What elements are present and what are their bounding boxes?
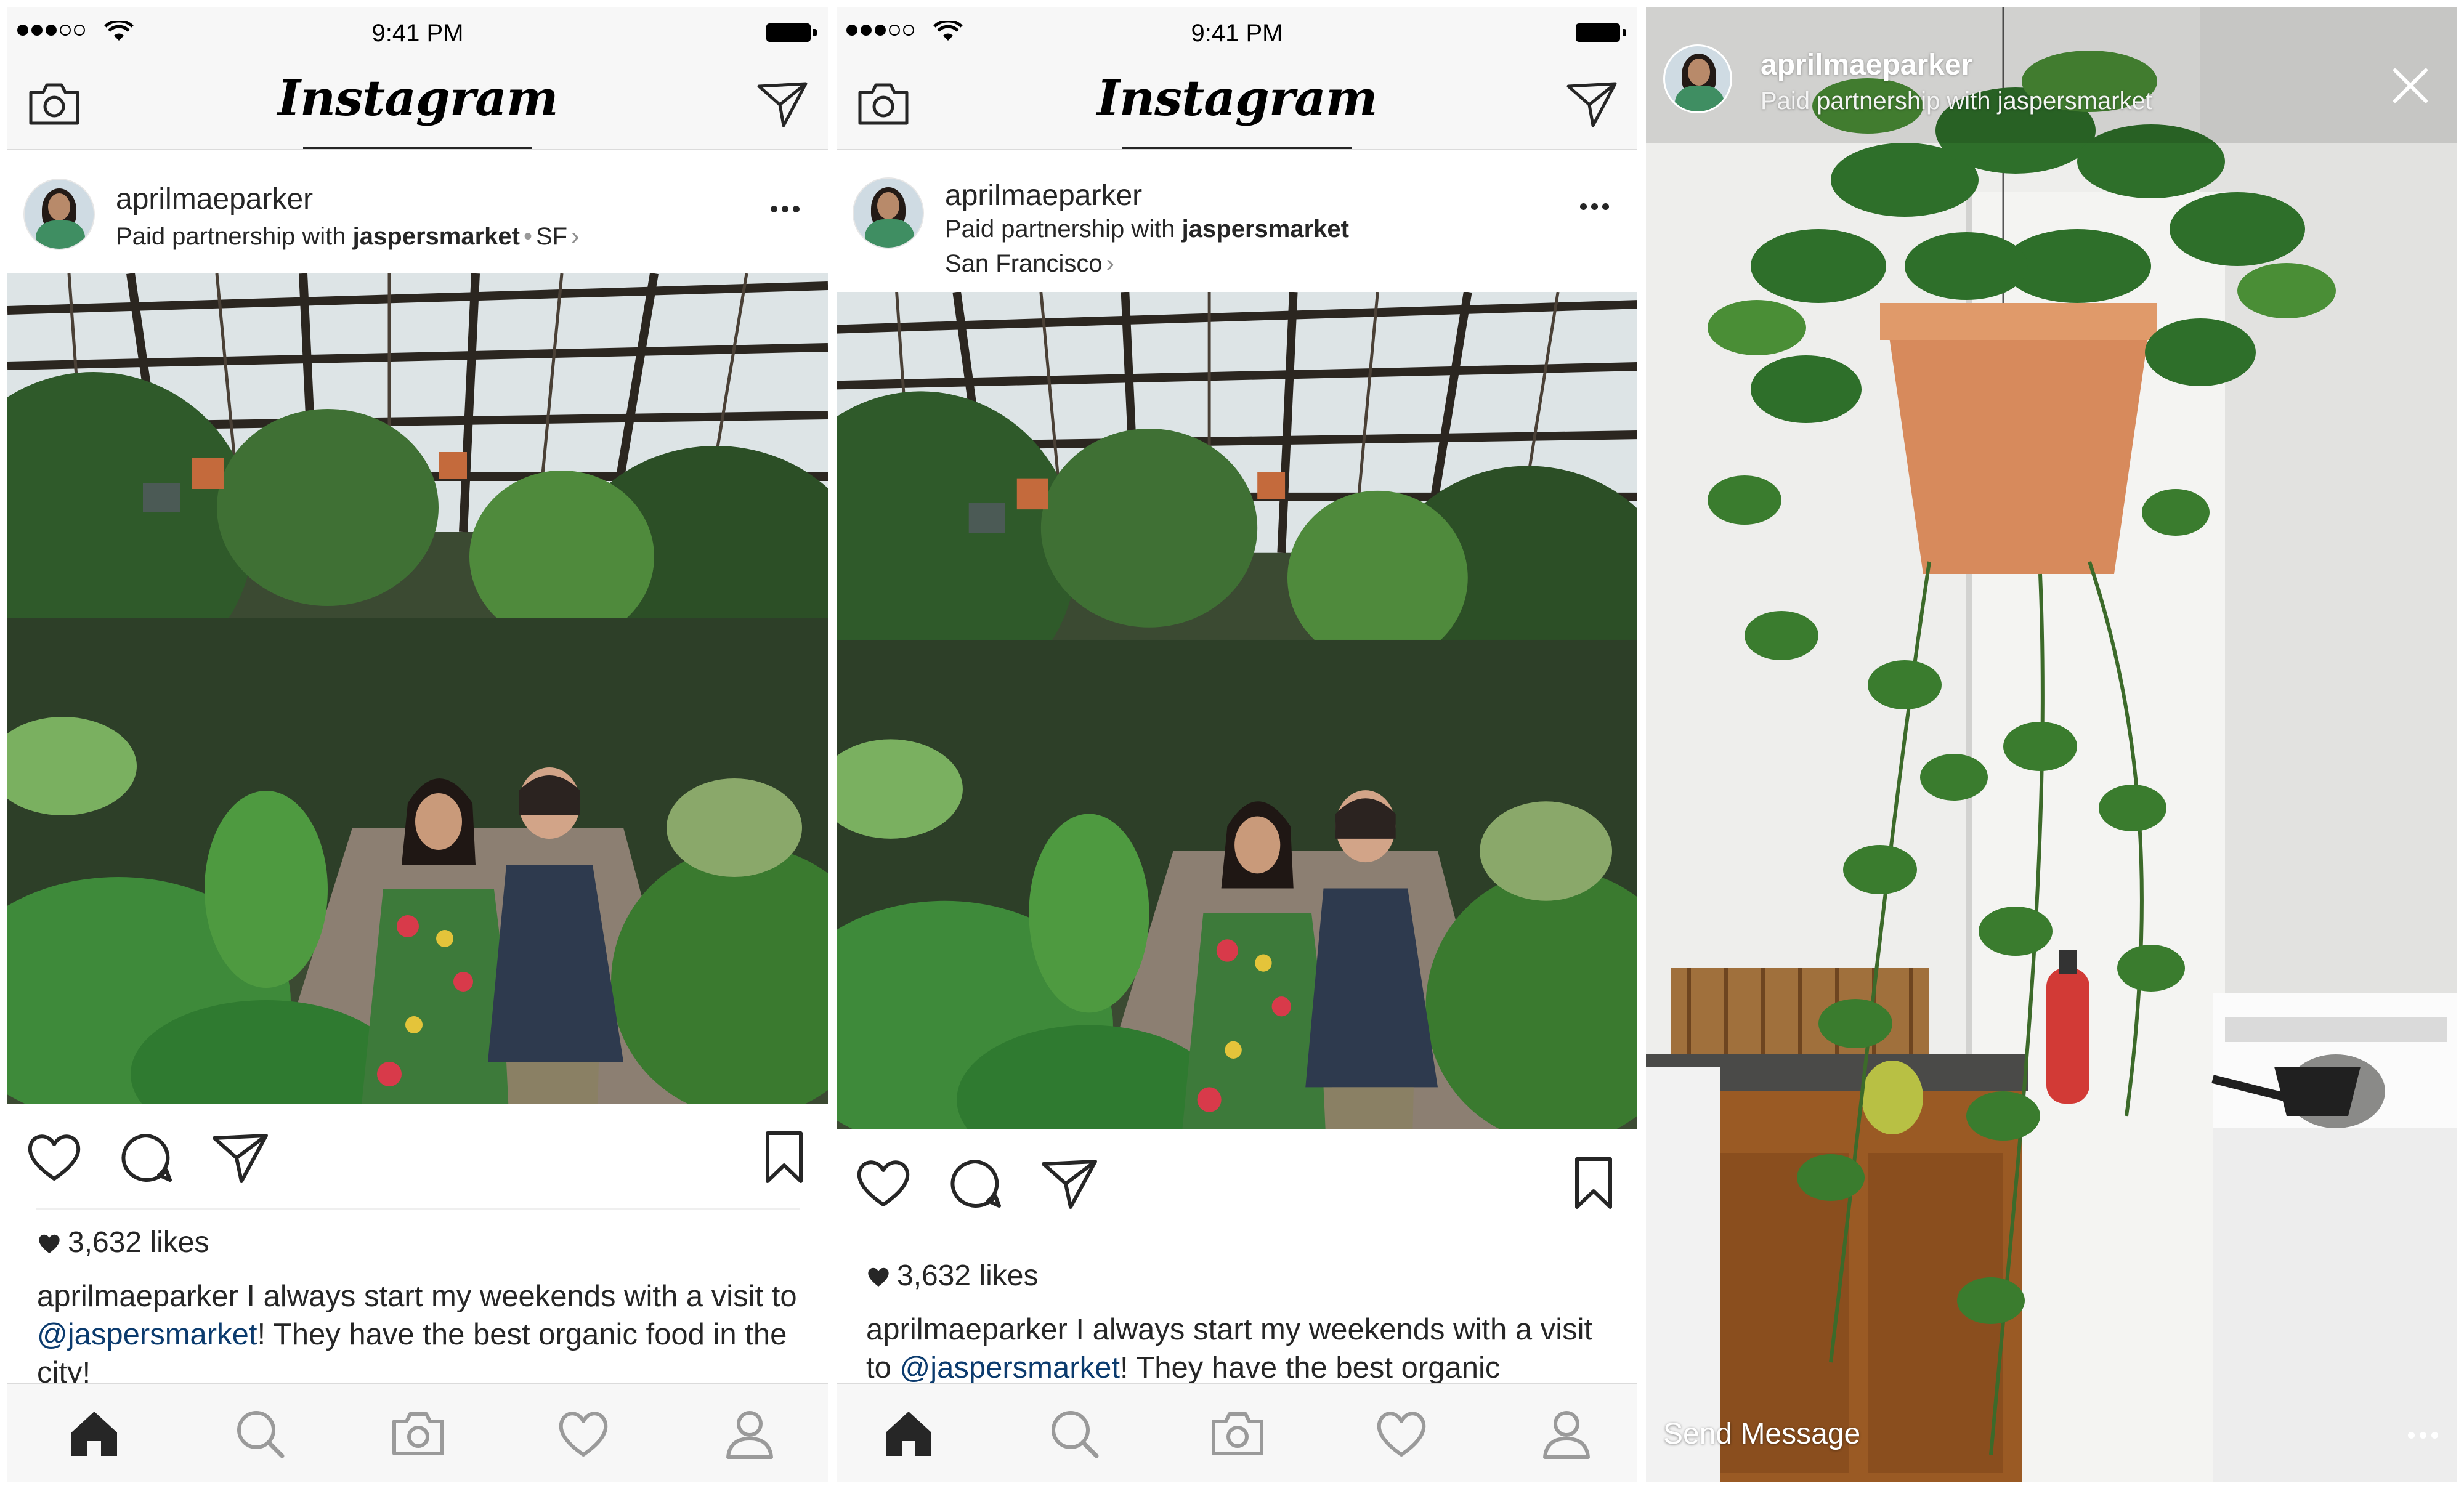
avatar[interactable] bbox=[1663, 44, 1732, 113]
post-header: aprilmaeparker Paid partnership with jas… bbox=[7, 150, 828, 273]
caption-text-end: ! They have the best organic bbox=[1119, 1351, 1501, 1384]
feed-screen-1: 9:41 PM Instagram aprilmaeparker Paid pa… bbox=[7, 7, 828, 1482]
likes-count[interactable]: 3,632 likes bbox=[866, 1259, 1038, 1293]
chevron-right-icon: › bbox=[1106, 250, 1114, 277]
partner-name[interactable]: jaspersmarket bbox=[353, 223, 520, 250]
logo-underline bbox=[1122, 147, 1352, 149]
heart-icon bbox=[39, 1234, 60, 1253]
battery-icon bbox=[766, 23, 817, 42]
post-caption: aprilmaeparker I always start my weekend… bbox=[866, 1311, 1613, 1387]
paper-plane-icon[interactable] bbox=[756, 80, 808, 128]
post-caption: aprilmaeparker I always start my weekend… bbox=[37, 1277, 803, 1392]
camera-icon[interactable] bbox=[1210, 1405, 1265, 1461]
camera-icon[interactable] bbox=[391, 1405, 446, 1461]
caption-username[interactable]: aprilmaeparker bbox=[37, 1280, 238, 1313]
status-bar: 9:41 PM bbox=[7, 7, 828, 55]
caption-mention[interactable]: @jaspersmarket bbox=[37, 1318, 257, 1351]
bottom-tab-bar bbox=[7, 1383, 828, 1482]
likes-count[interactable]: 3,632 likes bbox=[37, 1226, 209, 1259]
paid-partnership-label[interactable]: Paid partnership with jaspersmarket bbox=[1761, 87, 2152, 115]
avatar[interactable] bbox=[853, 177, 924, 249]
post-username[interactable]: aprilmaeparker bbox=[116, 182, 313, 216]
close-icon[interactable] bbox=[2391, 67, 2430, 105]
search-icon[interactable] bbox=[1046, 1405, 1101, 1461]
avatar[interactable] bbox=[23, 179, 95, 250]
bookmark-icon[interactable] bbox=[763, 1129, 806, 1185]
post-location[interactable]: San Francisco › bbox=[945, 250, 1114, 278]
heart-outline-icon[interactable] bbox=[25, 1129, 84, 1185]
instagram-logo[interactable]: Instagram bbox=[7, 69, 828, 127]
story-username[interactable]: aprilmaeparker bbox=[1761, 48, 1972, 82]
logo-underline bbox=[303, 147, 532, 149]
comment-bubble-icon[interactable] bbox=[117, 1129, 176, 1185]
paid-partnership-label[interactable]: Paid partnership with jaspersmarket bbox=[945, 216, 1349, 243]
paper-plane-icon[interactable] bbox=[211, 1129, 270, 1185]
top-nav: Instagram bbox=[837, 55, 1637, 150]
home-icon[interactable] bbox=[881, 1405, 936, 1461]
story-photo[interactable] bbox=[1646, 7, 2457, 1482]
send-message-input[interactable]: Send Message bbox=[1663, 1417, 1860, 1451]
feed-screen-2: 9:41 PM Instagram aprilmaeparker Paid pa… bbox=[837, 7, 1637, 1482]
comment-bubble-icon[interactable] bbox=[946, 1155, 1005, 1211]
heart-icon[interactable] bbox=[556, 1405, 611, 1461]
likes-text: 3,632 likes bbox=[68, 1226, 209, 1259]
chevron-right-icon: › bbox=[571, 223, 580, 250]
caption-text: I always start my weekends with a visit … bbox=[238, 1280, 797, 1313]
post-photo[interactable] bbox=[7, 273, 828, 1104]
post-photo[interactable] bbox=[837, 292, 1637, 1129]
partner-name[interactable]: jaspersmarket bbox=[1182, 216, 1349, 243]
caption-mention[interactable]: @jaspersmarket bbox=[899, 1351, 1119, 1384]
likes-text: 3,632 likes bbox=[897, 1259, 1039, 1292]
profile-icon[interactable] bbox=[1539, 1405, 1594, 1461]
status-bar: 9:41 PM bbox=[837, 7, 1637, 55]
partner-prefix: Paid partnership with bbox=[945, 216, 1175, 243]
home-icon[interactable] bbox=[67, 1405, 122, 1461]
ellipsis-icon[interactable] bbox=[2408, 1432, 2438, 1439]
ellipsis-icon[interactable] bbox=[1580, 203, 1609, 210]
partner-prefix: Paid partnership with bbox=[1761, 87, 1991, 115]
post-actions bbox=[7, 1104, 828, 1208]
ellipsis-icon[interactable] bbox=[771, 206, 800, 212]
post-actions bbox=[837, 1129, 1637, 1234]
heart-outline-icon[interactable] bbox=[854, 1155, 913, 1211]
paper-plane-icon[interactable] bbox=[1040, 1155, 1099, 1211]
instagram-logo[interactable]: Instagram bbox=[837, 69, 1637, 127]
post-username[interactable]: aprilmaeparker bbox=[945, 179, 1142, 212]
top-nav: Instagram bbox=[7, 55, 828, 150]
bottom-tab-bar bbox=[837, 1383, 1637, 1482]
story-screen: aprilmaeparker Paid partnership with jas… bbox=[1646, 7, 2457, 1482]
paper-plane-icon[interactable] bbox=[1566, 80, 1618, 128]
divider bbox=[36, 1208, 800, 1210]
status-time: 9:41 PM bbox=[1191, 20, 1283, 47]
heart-icon bbox=[868, 1267, 889, 1287]
status-time: 9:41 PM bbox=[371, 20, 464, 47]
bookmark-icon[interactable] bbox=[1572, 1155, 1615, 1211]
heart-icon[interactable] bbox=[1374, 1405, 1429, 1461]
profile-icon[interactable] bbox=[722, 1405, 777, 1461]
partner-prefix: Paid partnership with bbox=[116, 223, 346, 250]
post-header: aprilmaeparker Paid partnership with jas… bbox=[837, 150, 1637, 292]
search-icon[interactable] bbox=[232, 1405, 287, 1461]
caption-username[interactable]: aprilmaeparker bbox=[866, 1313, 1068, 1346]
battery-icon bbox=[1576, 23, 1626, 42]
paid-partnership-label[interactable]: Paid partnership with jaspersmarket • SF › bbox=[116, 223, 579, 251]
partner-name[interactable]: jaspersmarket bbox=[1998, 87, 2152, 115]
location-short[interactable]: SF bbox=[536, 223, 567, 250]
location-full: San Francisco bbox=[945, 250, 1103, 277]
